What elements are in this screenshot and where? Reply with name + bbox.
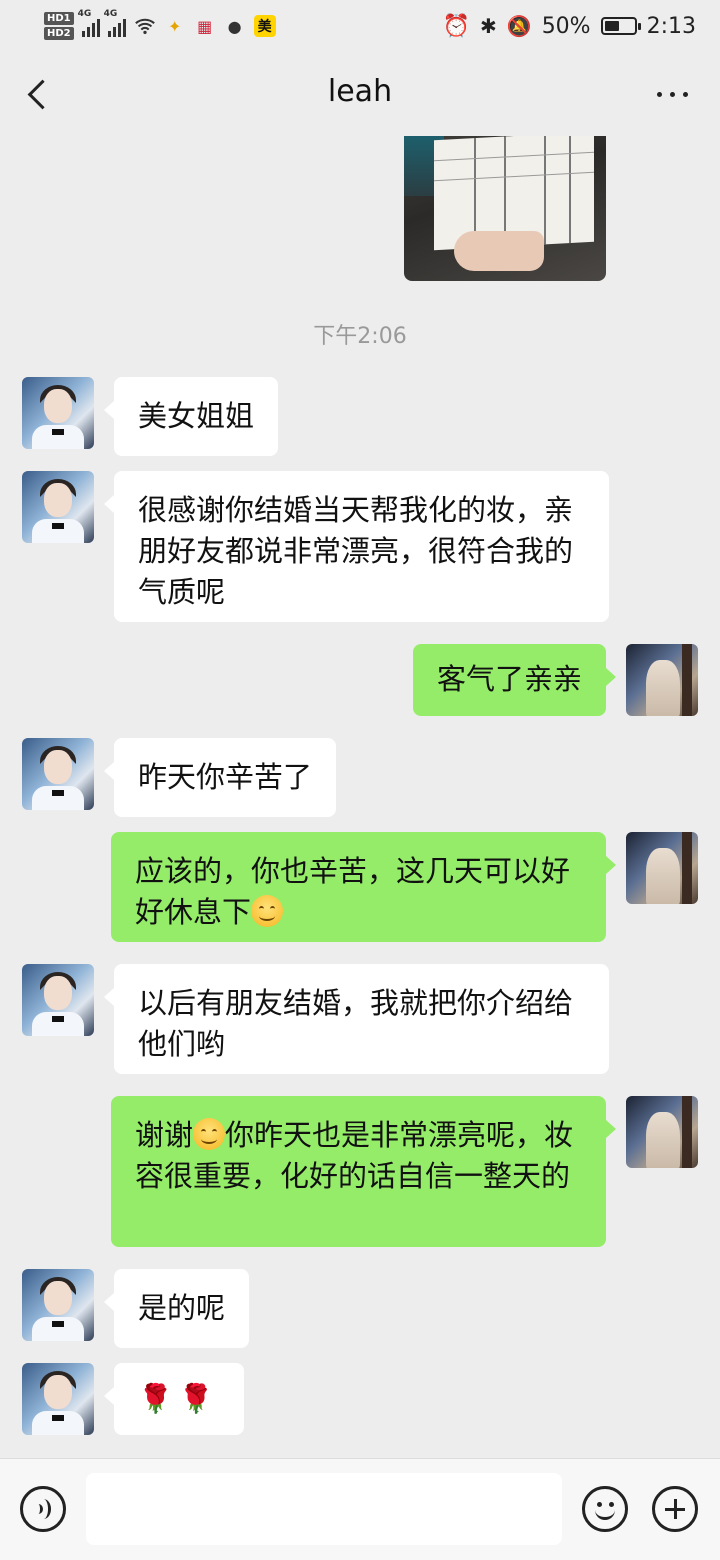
- avatar[interactable]: [22, 1363, 94, 1435]
- image-message[interactable]: [404, 136, 606, 281]
- avatar[interactable]: [22, 471, 94, 543]
- app-notification-icon: ✦: [167, 16, 182, 36]
- network-label: 4G: [103, 9, 118, 19]
- more-dots-icon[interactable]: [652, 82, 692, 106]
- alarm-icon: ⏰: [442, 13, 471, 39]
- avatar[interactable]: [22, 377, 94, 449]
- status-left: HD1 HD2 4G 4G ✦ ▦ ● 美: [44, 6, 276, 46]
- clock: 2:13: [646, 13, 696, 39]
- wifi-icon: [134, 15, 156, 37]
- message-bubble[interactable]: 谢谢 你昨天也是非常漂亮呢，妆容很重要，化好的话自信一整天的: [111, 1096, 616, 1247]
- message-bubble[interactable]: 以后有朋友结婚，我就把你介绍给他们哟: [104, 964, 609, 1074]
- status-right: ⏰ ✱ 🔕 50% 2:13: [443, 8, 696, 44]
- chat-title: leah: [327, 74, 393, 109]
- rose-emoji: 🌹: [138, 1382, 173, 1415]
- bluetooth-icon: ✱: [480, 14, 497, 38]
- voice-icon[interactable]: [20, 1486, 66, 1532]
- rose-emoji: 🌹: [178, 1382, 214, 1415]
- message-text: 应该的，你也辛苦，这几天可以好好休息下: [135, 854, 571, 929]
- signal-icon: 4G: [78, 9, 100, 37]
- emoji-face-icon[interactable]: [582, 1486, 628, 1532]
- avatar[interactable]: [626, 1096, 698, 1168]
- status-bar: HD1 HD2 4G 4G ✦ ▦ ● 美 ⏰ ✱ 🔕 50% 2:13: [0, 0, 720, 52]
- message-bubble[interactable]: 昨天你辛苦了: [103, 738, 337, 817]
- message-bubble[interactable]: 很感谢你结婚当天帮我化的妆，亲朋好友都说非常漂亮，很符合我的气质呢: [104, 471, 609, 622]
- avatar[interactable]: [22, 964, 94, 1036]
- input-bar: [0, 1458, 720, 1560]
- message-icon: ●: [227, 16, 242, 36]
- avatar[interactable]: [22, 738, 94, 810]
- avatar[interactable]: [626, 832, 698, 904]
- battery-icon: [600, 17, 641, 35]
- message-input[interactable]: [86, 1473, 562, 1545]
- message-bubble[interactable]: 是的呢: [103, 1269, 250, 1348]
- message-bubble[interactable]: 客气了亲亲: [412, 644, 617, 716]
- message-bubble[interactable]: 美女姐姐: [103, 377, 279, 456]
- hd-icon: HD1 HD2: [44, 12, 74, 40]
- mute-icon: 🔕: [506, 14, 532, 38]
- message-text: 谢谢: [135, 1118, 194, 1152]
- network-label: 4G: [77, 9, 92, 19]
- chat-header: leah: [0, 52, 720, 136]
- timestamp: 下午2:06: [313, 324, 407, 349]
- app-notification-icon: ▦: [197, 16, 213, 36]
- signal-icon: 4G: [104, 9, 126, 37]
- avatar[interactable]: [626, 644, 698, 716]
- message-list[interactable]: 下午2:06 美女姐姐 很感谢你结婚当天帮我化的妆，亲朋好友都说非常漂亮，很符合…: [0, 136, 720, 1458]
- smile-emoji: [251, 895, 284, 927]
- avatar[interactable]: [22, 1269, 94, 1341]
- smile-emoji: [193, 1118, 226, 1150]
- message-bubble[interactable]: 应该的，你也辛苦，这几天可以好好休息下: [111, 832, 616, 942]
- battery-percent: 50%: [541, 13, 591, 39]
- message-bubble[interactable]: 🌹 🌹: [104, 1363, 244, 1435]
- app-badge-icon: 美: [253, 15, 276, 37]
- plus-circle-icon[interactable]: [652, 1486, 698, 1532]
